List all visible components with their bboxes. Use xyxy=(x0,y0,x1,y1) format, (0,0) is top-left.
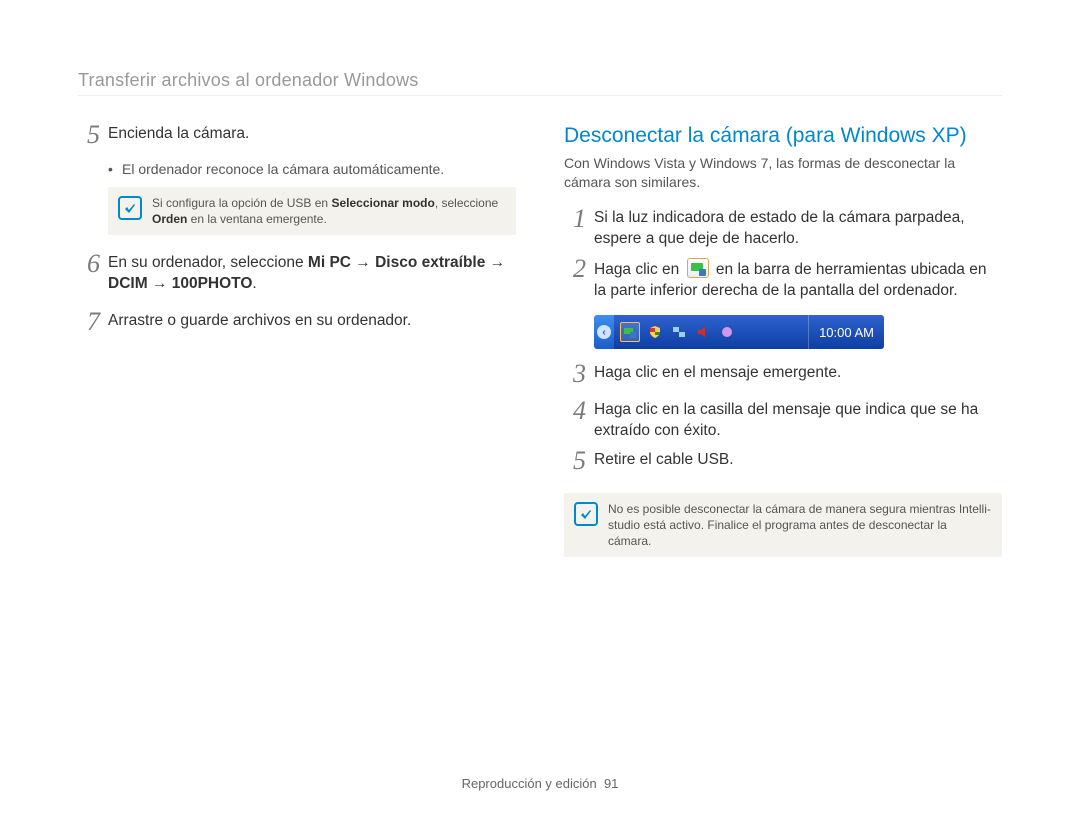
windows-xp-systray: ‹ xyxy=(594,315,884,349)
step-text: Haga clic en en la barra de herramientas… xyxy=(594,258,1002,302)
systray-expand-button[interactable]: ‹ xyxy=(594,315,614,349)
right-step-1: 1 Si la luz indicadora de estado de la c… xyxy=(564,208,1002,250)
step-number: 2 xyxy=(564,255,586,299)
safely-remove-hardware-tray-icon[interactable] xyxy=(620,322,640,342)
note-icon xyxy=(574,502,598,526)
shield-icon[interactable] xyxy=(646,323,664,341)
step-6: 6 En su ordenador, seleccione Mi PC → Di… xyxy=(78,253,516,295)
left-column: 5 Encienda la cámara. El ordenador recon… xyxy=(78,124,516,575)
right-step-4: 4 Haga clic en la casilla del mensaje qu… xyxy=(564,400,1002,442)
step-text: Si la luz indicadora de estado de la cám… xyxy=(594,208,1002,250)
step-text: Retire el cable USB. xyxy=(594,450,734,479)
systray-icons xyxy=(614,315,808,349)
note-text: No es posible desconectar la cámara de m… xyxy=(608,501,992,550)
step-number: 3 xyxy=(564,360,586,389)
note-text-pre: Si configura la opción de USB en xyxy=(152,196,331,210)
right-step-2: 2 Haga clic en en la barra de herramient… xyxy=(564,258,1002,302)
note-icon xyxy=(118,196,142,220)
step-text: Arrastre o guarde archivos en su ordenad… xyxy=(108,311,411,340)
right-column: Desconectar la cámara (para Windows XP) … xyxy=(564,124,1002,575)
note-text-post: en la ventana emergente. xyxy=(187,212,326,226)
right-step-2-pre: Haga clic en xyxy=(594,261,684,278)
chevron-left-icon: ‹ xyxy=(597,325,611,339)
step-text: En su ordenador, seleccione Mi PC → Disc… xyxy=(108,253,516,295)
note-box-intellistudio: No es posible desconectar la cámara de m… xyxy=(564,493,1002,558)
section-title: Desconectar la cámara (para Windows XP) xyxy=(564,124,1002,148)
volume-icon[interactable] xyxy=(694,323,712,341)
content-columns: 5 Encienda la cámara. El ordenador recon… xyxy=(78,124,1002,575)
step-5-bullet: El ordenador reconoce la cámara automáti… xyxy=(108,161,516,177)
note-text-bold1: Seleccionar modo xyxy=(331,196,434,210)
step-number: 1 xyxy=(564,205,586,247)
step-number: 7 xyxy=(78,308,100,337)
step-number: 5 xyxy=(78,121,100,150)
note-box-usb: Si configura la opción de USB en Selecci… xyxy=(108,187,516,235)
step-text: Encienda la cámara. xyxy=(108,124,249,153)
right-step-5: 5 Retire el cable USB. xyxy=(564,450,1002,479)
step-number: 5 xyxy=(564,447,586,476)
page-header: Transferir archivos al ordenador Windows xyxy=(78,70,1002,96)
step-number: 4 xyxy=(564,397,586,439)
note-text-bold2: Orden xyxy=(152,212,187,226)
network-icon[interactable] xyxy=(670,323,688,341)
step-text: Haga clic en la casilla del mensaje que … xyxy=(594,400,1002,442)
footer-page-number: 91 xyxy=(604,776,618,791)
page: Transferir archivos al ordenador Windows… xyxy=(0,0,1080,815)
step-number: 6 xyxy=(78,250,100,292)
page-footer: Reproducción y edición 91 xyxy=(0,776,1080,791)
step-text: Haga clic en el mensaje emergente. xyxy=(594,363,841,392)
step-6-pre: En su ordenador, seleccione xyxy=(108,254,308,271)
safely-remove-hardware-icon[interactable] xyxy=(687,258,709,278)
footer-section: Reproducción y edición xyxy=(462,776,597,791)
right-step-3: 3 Haga clic en el mensaje emergente. xyxy=(564,363,1002,392)
generic-tray-icon[interactable] xyxy=(718,323,736,341)
step-6-post: . xyxy=(252,275,256,292)
note-text: Si configura la opción de USB en Selecci… xyxy=(152,195,506,227)
step-5: 5 Encienda la cámara. xyxy=(78,124,516,153)
systray-clock: 10:00 AM xyxy=(808,315,884,349)
note-text-mid: , seleccione xyxy=(435,196,498,210)
section-subtitle: Con Windows Vista y Windows 7, las forma… xyxy=(564,154,1002,192)
step-7: 7 Arrastre o guarde archivos en su orden… xyxy=(78,311,516,340)
spacer xyxy=(78,303,516,311)
